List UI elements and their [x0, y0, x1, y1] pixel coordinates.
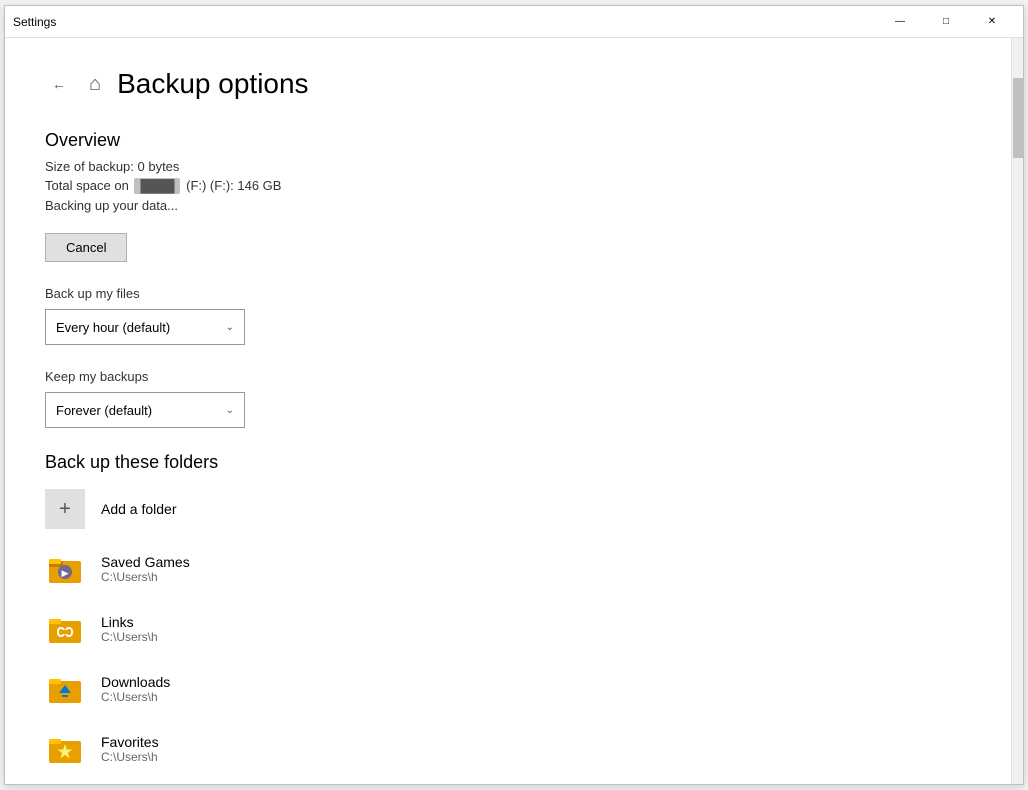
backup-files-label: Back up my files [45, 286, 971, 301]
drive-name: ████ [134, 178, 180, 194]
content-area: ← ⌂ Backup options Overview Size of back… [5, 38, 1023, 784]
folders-section: Back up these folders + Add a folder [45, 452, 971, 773]
home-icon: ⌂ [89, 73, 101, 96]
back-icon: ← [52, 76, 66, 92]
add-icon: + [45, 489, 85, 529]
saved-games-info: Saved Games C:\Users\h [101, 554, 190, 584]
scrollbar-thumb[interactable] [1013, 78, 1023, 158]
favorites-path: C:\Users\h [101, 750, 159, 764]
total-space: Total space on ████ (F:) (F:): 146 GB [45, 178, 971, 194]
favorites-icon [45, 729, 85, 769]
settings-window: Settings — □ ✕ ← ⌂ Backup options Overvi… [4, 5, 1024, 785]
minimize-button[interactable]: — [877, 6, 923, 38]
keep-backups-label: Keep my backups [45, 369, 971, 384]
page-header: ← ⌂ Backup options [45, 68, 971, 100]
folders-title: Back up these folders [45, 452, 971, 473]
close-button[interactable]: ✕ [969, 6, 1015, 38]
window-title: Settings [13, 15, 56, 29]
downloads-name: Downloads [101, 674, 170, 690]
svg-text:▶: ▶ [62, 568, 69, 578]
add-folder-label: Add a folder [101, 501, 177, 517]
downloads-icon [45, 669, 85, 709]
links-info: Links C:\Users\h [101, 614, 158, 644]
favorites-info: Favorites C:\Users\h [101, 734, 159, 764]
main-content: ← ⌂ Backup options Overview Size of back… [5, 38, 1011, 784]
cancel-button[interactable]: Cancel [45, 233, 127, 262]
chevron-down-icon: ⌄ [226, 322, 234, 333]
backup-frequency-dropdown[interactable]: Every hour (default) ⌄ [45, 309, 245, 345]
backup-files-section: Back up my files Every hour (default) ⌄ [45, 286, 971, 345]
overview-section: Overview Size of backup: 0 bytes Total s… [45, 130, 971, 262]
title-bar-left: Settings [13, 15, 56, 29]
links-icon [45, 609, 85, 649]
list-item: Favorites C:\Users\h [45, 725, 971, 773]
overview-title: Overview [45, 130, 971, 151]
keep-backups-value: Forever (default) [56, 403, 152, 418]
list-item: Links C:\Users\h [45, 605, 971, 653]
total-space-suffix: (F:) (F:): 146 GB [186, 178, 281, 193]
maximize-button[interactable]: □ [923, 6, 969, 38]
backup-status: Backing up your data... [45, 198, 971, 213]
chevron-down-icon-2: ⌄ [226, 405, 234, 416]
saved-games-path: C:\Users\h [101, 570, 190, 584]
keep-backups-dropdown[interactable]: Forever (default) ⌄ [45, 392, 245, 428]
list-item: Downloads C:\Users\h [45, 665, 971, 713]
keep-backups-section: Keep my backups Forever (default) ⌄ [45, 369, 971, 428]
size-of-backup: Size of backup: 0 bytes [45, 159, 971, 174]
links-path: C:\Users\h [101, 630, 158, 644]
saved-games-icon: ▶ [45, 549, 85, 589]
page-title: Backup options [117, 68, 308, 100]
downloads-info: Downloads C:\Users\h [101, 674, 170, 704]
back-button[interactable]: ← [45, 70, 73, 98]
downloads-path: C:\Users\h [101, 690, 170, 704]
list-item: ▶ Saved Games C:\Users\h [45, 545, 971, 593]
backup-frequency-value: Every hour (default) [56, 320, 170, 335]
saved-games-name: Saved Games [101, 554, 190, 570]
scrollbar[interactable] [1011, 38, 1023, 784]
add-folder-button[interactable]: + Add a folder [45, 489, 177, 529]
links-name: Links [101, 614, 158, 630]
title-bar: Settings — □ ✕ [5, 6, 1023, 38]
total-space-prefix: Total space on [45, 178, 129, 193]
title-bar-controls: — □ ✕ [877, 6, 1015, 38]
favorites-name: Favorites [101, 734, 159, 750]
